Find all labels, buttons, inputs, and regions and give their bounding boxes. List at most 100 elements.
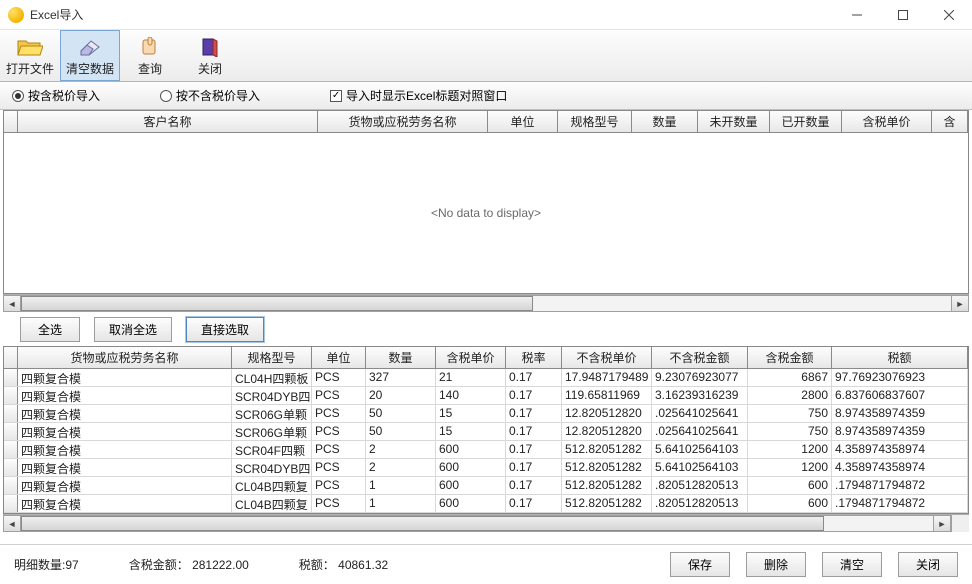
upper-hscrollbar[interactable]: ◄ ► <box>3 294 969 312</box>
col-issued[interactable]: 已开数量 <box>770 111 842 132</box>
lower-grid-body[interactable]: 四颗复合模CL04H四颗板PCS327210.1717.94871794899.… <box>4 369 968 513</box>
row-header[interactable] <box>4 405 18 422</box>
col-unissued[interactable]: 未开数量 <box>698 111 770 132</box>
tax-amount: 税额： 40861.32 <box>299 556 388 573</box>
col-customer[interactable]: 客户名称 <box>18 111 318 132</box>
cell: 750 <box>748 405 832 422</box>
col-qty[interactable]: 数量 <box>366 347 436 368</box>
col-unit[interactable]: 单位 <box>312 347 366 368</box>
radio-tax-inclusive[interactable]: 按含税价导入 <box>12 87 100 104</box>
show-mapping-checkbox[interactable]: ✓ 导入时显示Excel标题对照窗口 <box>330 87 507 104</box>
table-row[interactable]: 四颗复合模SCR04DYB四颗PCS201400.17119.658119693… <box>4 387 968 405</box>
col-qty[interactable]: 数量 <box>632 111 698 132</box>
selection-button-bar: 全选 取消全选 直接选取 <box>0 312 972 346</box>
scroll-track[interactable] <box>21 295 951 312</box>
row-header[interactable] <box>4 369 18 386</box>
table-row[interactable]: 四颗复合模SCR06G单颗PCS50150.1712.820512820.025… <box>4 405 968 423</box>
col-goods[interactable]: 货物或应税劳务名称 <box>18 347 232 368</box>
row-header[interactable] <box>4 459 18 476</box>
cell: 2800 <box>748 387 832 404</box>
col-tax[interactable]: 税额 <box>832 347 968 368</box>
close-button[interactable] <box>926 0 972 29</box>
maximize-button[interactable] <box>880 0 926 29</box>
row-header[interactable] <box>4 423 18 440</box>
scroll-thumb[interactable] <box>21 296 533 311</box>
col-taxamt[interactable]: 含税金额 <box>748 347 832 368</box>
scroll-left-icon[interactable]: ◄ <box>3 295 21 312</box>
scroll-track[interactable] <box>21 515 933 532</box>
save-button[interactable]: 保存 <box>670 552 730 577</box>
cell: 2 <box>366 459 436 476</box>
cell: 1200 <box>748 459 832 476</box>
col-unit[interactable]: 单位 <box>488 111 558 132</box>
cell: 12.820512820 <box>562 423 652 440</box>
cell: 97.76923076923 <box>832 369 968 386</box>
cell: 0.17 <box>506 441 562 458</box>
deselect-all-button[interactable]: 取消全选 <box>94 317 172 342</box>
col-goods[interactable]: 货物或应税劳务名称 <box>318 111 488 132</box>
cell: 512.82051282 <box>562 441 652 458</box>
scroll-left-icon[interactable]: ◄ <box>3 515 21 532</box>
upper-grid: 客户名称 货物或应税劳务名称 单位 规格型号 数量 未开数量 已开数量 含税单价… <box>3 110 969 294</box>
col-spec[interactable]: 规格型号 <box>558 111 632 132</box>
clear-button[interactable]: 清空 <box>822 552 882 577</box>
query-button[interactable]: 查询 <box>120 30 180 81</box>
cell: 512.82051282 <box>562 459 652 476</box>
cell: 四颗复合模 <box>18 369 232 386</box>
radio-tax-exclusive[interactable]: 按不含税价导入 <box>160 87 260 104</box>
row-selector-header[interactable] <box>4 111 18 132</box>
direct-pick-button[interactable]: 直接选取 <box>186 317 264 342</box>
cell: 0.17 <box>506 405 562 422</box>
col-rate[interactable]: 税率 <box>506 347 562 368</box>
row-header[interactable] <box>4 495 18 512</box>
cell: 0.17 <box>506 495 562 512</box>
close-footer-button[interactable]: 关闭 <box>898 552 958 577</box>
cell: .1794871794872 <box>832 495 968 512</box>
table-row[interactable]: 四颗复合模SCR04DYB四颗PCS26000.17512.820512825.… <box>4 459 968 477</box>
cell: 四颗复合模 <box>18 459 232 476</box>
open-file-button[interactable]: 打开文件 <box>0 30 60 81</box>
cell: SCR04DYB四颗 <box>232 387 312 404</box>
table-row[interactable]: 四颗复合模CL04B四颗复PCS16000.17512.82051282.820… <box>4 495 968 513</box>
clear-data-button[interactable]: 清空数据 <box>60 30 120 81</box>
radio-notax-label: 按不含税价导入 <box>176 87 260 104</box>
lower-hscrollbar[interactable]: ◄ ► <box>3 514 969 532</box>
cell: PCS <box>312 441 366 458</box>
row-header[interactable] <box>4 387 18 404</box>
lower-grid-header: 货物或应税劳务名称 规格型号 单位 数量 含税单价 税率 不含税单价 不含税金额… <box>4 347 968 369</box>
cell: 600 <box>436 459 506 476</box>
row-header[interactable] <box>4 441 18 458</box>
cell: 512.82051282 <box>562 495 652 512</box>
cell: .1794871794872 <box>832 477 968 494</box>
cell: 600 <box>748 477 832 494</box>
col-notaxprice[interactable]: 不含税单价 <box>562 347 652 368</box>
col-taxprice[interactable]: 含税单价 <box>436 347 506 368</box>
table-row[interactable]: 四颗复合模CL04B四颗复PCS16000.17512.82051282.820… <box>4 477 968 495</box>
detail-count: 明细数量:97 <box>14 556 79 573</box>
minimize-button[interactable] <box>834 0 880 29</box>
col-spec[interactable]: 规格型号 <box>232 347 312 368</box>
col-taxprice[interactable]: 含税单价 <box>842 111 932 132</box>
row-selector-header[interactable] <box>4 347 18 368</box>
cell: 1 <box>366 495 436 512</box>
upper-grid-body[interactable]: <No data to display> <box>4 133 968 293</box>
scroll-right-icon[interactable]: ► <box>933 515 951 532</box>
scroll-thumb[interactable] <box>21 516 824 531</box>
cell: 5.64102564103 <box>652 441 748 458</box>
import-price-radio-group: 按含税价导入 按不含税价导入 <box>12 87 260 104</box>
cell: 6.837606837607 <box>832 387 968 404</box>
close-tool-button[interactable]: 关闭 <box>180 30 240 81</box>
table-row[interactable]: 四颗复合模CL04H四颗板PCS327210.1717.94871794899.… <box>4 369 968 387</box>
select-all-button[interactable]: 全选 <box>20 317 80 342</box>
row-header[interactable] <box>4 477 18 494</box>
delete-button[interactable]: 删除 <box>746 552 806 577</box>
cell: SCR06G单颗 <box>232 405 312 422</box>
col-extra[interactable]: 含 <box>932 111 968 132</box>
table-row[interactable]: 四颗复合模SCR04F四颗PCS26000.17512.820512825.64… <box>4 441 968 459</box>
folder-open-icon <box>16 36 44 58</box>
scroll-right-icon[interactable]: ► <box>951 295 969 312</box>
table-row[interactable]: 四颗复合模SCR06G单颗PCS50150.1712.820512820.025… <box>4 423 968 441</box>
cell: 1200 <box>748 441 832 458</box>
col-notaxamt[interactable]: 不含税金额 <box>652 347 748 368</box>
lower-grid: 货物或应税劳务名称 规格型号 单位 数量 含税单价 税率 不含税单价 不含税金额… <box>3 346 969 514</box>
